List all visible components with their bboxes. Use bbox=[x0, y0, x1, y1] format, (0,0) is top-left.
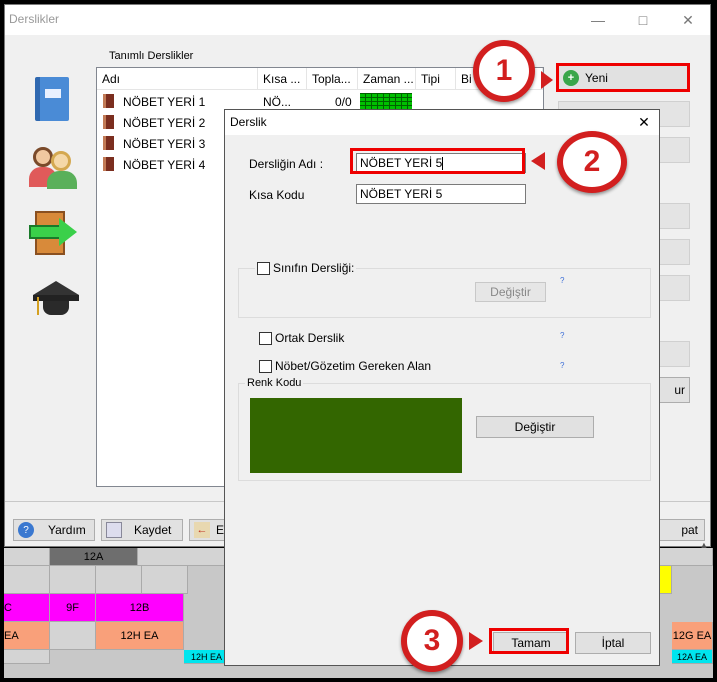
window-title: Derslikler bbox=[9, 12, 60, 26]
callout-2: 2 bbox=[557, 131, 627, 193]
class-room-group bbox=[238, 268, 651, 318]
maximize-button[interactable]: □ bbox=[621, 5, 665, 35]
col-header-type[interactable]: Tipi bbox=[416, 68, 456, 90]
highlight-name-field bbox=[350, 148, 525, 174]
name-label: Dersliğin Adı : bbox=[249, 157, 324, 171]
door-exit-icon[interactable] bbox=[27, 209, 81, 257]
grid-cell-yellow[interactable] bbox=[660, 566, 672, 594]
save-button[interactable]: Kaydet bbox=[101, 519, 183, 541]
schedule-bar bbox=[360, 93, 412, 110]
close-icon: ✕ bbox=[682, 11, 694, 28]
arrow-left-icon bbox=[531, 152, 545, 170]
grid-cell[interactable]: EA bbox=[4, 622, 50, 650]
teachers-icon[interactable] bbox=[27, 143, 79, 191]
grid-cell[interactable]: 12H EA bbox=[96, 622, 184, 650]
class-room-change-button[interactable]: Değiştir bbox=[475, 282, 546, 302]
grid-cell[interactable]: 12A EA bbox=[672, 650, 713, 664]
title-bar: Derslikler — □ ✕ bbox=[5, 5, 710, 35]
col-header-time[interactable]: Zaman ... bbox=[358, 68, 416, 90]
grid-cell[interactable]: 9F bbox=[50, 594, 96, 622]
partial-bottom-button[interactable]: ← E bbox=[189, 519, 229, 541]
shared-room-row[interactable]: Ortak Derslik bbox=[259, 331, 344, 345]
dialog-close-button[interactable]: ✕ bbox=[629, 110, 659, 135]
minimize-icon: — bbox=[591, 12, 605, 28]
short-code-label: Kısa Kodu bbox=[249, 188, 305, 202]
arrow-right-icon bbox=[541, 71, 553, 89]
help-mark[interactable]: ? bbox=[560, 361, 564, 370]
grid-cell[interactable]: C bbox=[4, 594, 50, 622]
room-book-icon bbox=[103, 157, 114, 171]
col-header-short[interactable]: Kısa ... bbox=[258, 68, 307, 90]
duty-area-row[interactable]: Nöbet/Gözetim Gereken Alan bbox=[259, 359, 431, 373]
col-header-total[interactable]: Topla... bbox=[307, 68, 358, 90]
callout-3: 3 bbox=[401, 610, 463, 672]
scroll-up-icon[interactable]: ▲ bbox=[697, 538, 711, 552]
highlight-new-button bbox=[556, 63, 690, 92]
arrow-right-icon bbox=[469, 632, 483, 650]
help-mark[interactable]: ? bbox=[560, 331, 564, 340]
dialog-title: Derslik bbox=[230, 115, 267, 129]
list-group-label: Tanımlı Derslikler bbox=[109, 50, 194, 62]
book-icon[interactable] bbox=[31, 75, 71, 123]
grid-cell[interactable]: 12B bbox=[96, 594, 184, 622]
room-book-icon bbox=[103, 115, 114, 129]
class-room-checkbox[interactable] bbox=[257, 261, 270, 275]
highlight-ok-button bbox=[489, 628, 569, 654]
short-code-field[interactable]: NÖBET YERİ 5 bbox=[356, 184, 526, 204]
color-swatch bbox=[250, 398, 462, 473]
grid-header: 12A bbox=[50, 548, 138, 566]
grid-cell[interactable]: 12G EA bbox=[672, 622, 713, 650]
color-change-button[interactable]: Değiştir bbox=[476, 416, 594, 438]
help-mark[interactable]: ? bbox=[560, 276, 564, 285]
room-book-icon bbox=[103, 94, 114, 108]
close-icon: ✕ bbox=[638, 114, 650, 130]
callout-1: 1 bbox=[473, 40, 535, 102]
help-button[interactable]: ? Yardım bbox=[13, 519, 95, 541]
minimize-button[interactable]: — bbox=[576, 5, 620, 35]
close-window-button[interactable]: ✕ bbox=[666, 5, 710, 35]
shared-room-checkbox[interactable] bbox=[259, 331, 272, 345]
arrow-left-icon: ← bbox=[194, 522, 210, 538]
cancel-button[interactable]: İptal bbox=[575, 632, 651, 654]
color-group-label: Renk Kodu bbox=[245, 377, 304, 389]
maximize-icon: □ bbox=[638, 12, 648, 28]
save-icon bbox=[106, 522, 122, 538]
class-room-checkbox-row[interactable]: Sınıfın Dersliği: bbox=[255, 261, 357, 275]
duty-area-checkbox[interactable] bbox=[259, 359, 272, 373]
col-header-name[interactable]: Adı bbox=[97, 68, 258, 90]
help-icon: ? bbox=[18, 522, 34, 538]
room-book-icon bbox=[103, 136, 114, 150]
graduation-cap-icon[interactable] bbox=[31, 277, 81, 321]
